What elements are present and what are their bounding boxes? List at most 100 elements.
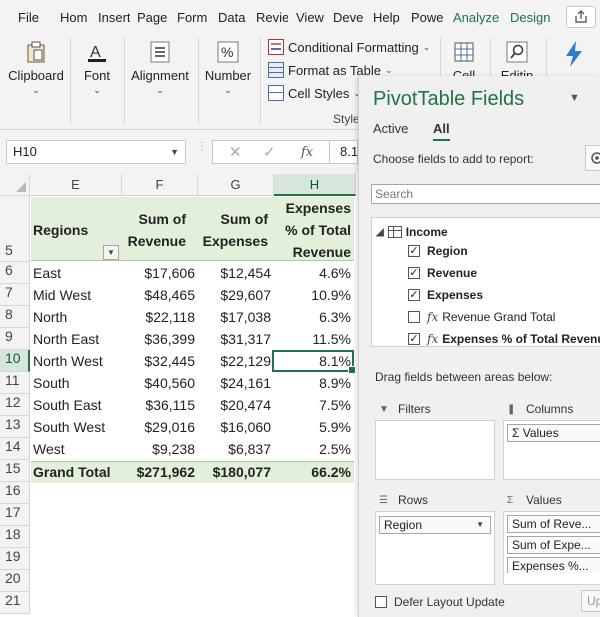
checkbox-unchecked[interactable] [408, 311, 420, 323]
tab-active[interactable]: Active [373, 121, 408, 136]
row-header[interactable]: 11 [0, 372, 30, 394]
row-header[interactable]: 5 [0, 196, 30, 262]
grand-total-pct[interactable]: 66.2% [274, 461, 354, 483]
field-search-input[interactable]: Search [371, 184, 600, 204]
region-cell[interactable]: South [30, 372, 122, 394]
tab-developer[interactable]: Deve [333, 8, 365, 28]
row-header[interactable]: 20 [0, 570, 30, 592]
checkbox-checked[interactable]: ✓ [408, 267, 420, 279]
share-button[interactable] [566, 6, 596, 28]
checkbox-checked[interactable]: ✓ [408, 289, 420, 301]
formula-input[interactable]: 8.1 [330, 140, 358, 164]
tab-design[interactable]: Design [510, 8, 554, 28]
pane-options-icon[interactable]: ▼ [569, 92, 580, 104]
row-header[interactable]: 15 [0, 460, 30, 482]
row-header[interactable]: 21 [0, 592, 30, 614]
tab-view[interactable]: View [296, 8, 326, 28]
tab-help[interactable]: Help [373, 8, 403, 28]
value-item[interactable]: Sum of Reve... [507, 515, 600, 533]
font-group-button[interactable]: A Font ⌄ [74, 34, 120, 96]
row-header[interactable]: 16 [0, 482, 30, 504]
revenue-cell[interactable]: $29,016 [122, 416, 198, 438]
tab-home[interactable]: Hom [60, 8, 90, 28]
tab-power-pivot[interactable]: Powe [411, 8, 445, 28]
region-cell[interactable]: South East [30, 394, 122, 416]
pct-cell[interactable]: 6.3% [274, 306, 354, 328]
row-header[interactable]: 6 [0, 262, 30, 284]
expenses-cell[interactable]: $31,317 [198, 328, 274, 350]
pct-cell[interactable]: 7.5% [274, 394, 354, 416]
cell-styles-button[interactable]: Cell Styles ⌄ [268, 83, 361, 103]
filter-dropdown-icon[interactable]: ▼ [103, 245, 119, 260]
row-header[interactable]: 13 [0, 416, 30, 438]
column-header-f[interactable]: F [122, 174, 198, 196]
update-button[interactable]: Up [581, 590, 600, 612]
expenses-cell[interactable]: $16,060 [198, 416, 274, 438]
chevron-down-icon[interactable]: ▼ [476, 517, 484, 533]
pct-cell[interactable]: 8.9% [274, 372, 354, 394]
cancel-icon[interactable]: ✕ [229, 143, 242, 161]
revenue-cell[interactable]: $36,399 [122, 328, 198, 350]
tab-insert[interactable]: Insert [98, 8, 130, 28]
region-cell[interactable]: North West [30, 350, 122, 372]
region-cell[interactable]: North [30, 306, 122, 328]
columns-drop-area[interactable]: Σ Values [503, 420, 600, 480]
revenue-cell[interactable]: $32,445 [122, 350, 198, 372]
table-node-income[interactable]: ◢ Income [376, 223, 448, 241]
revenue-cell[interactable]: $40,560 [122, 372, 198, 394]
expenses-cell[interactable]: $20,474 [198, 394, 274, 416]
region-cell[interactable]: East [30, 262, 122, 284]
expenses-cell[interactable]: $17,038 [198, 306, 274, 328]
column-item-values[interactable]: Σ Values [507, 424, 600, 442]
field-revenue[interactable]: ✓ Revenue [408, 264, 477, 282]
tab-file[interactable]: File [18, 8, 40, 28]
row-header[interactable]: 19 [0, 548, 30, 570]
pct-cell[interactable]: 10.9% [274, 284, 354, 306]
grand-total-expenses[interactable]: $180,077 [198, 461, 274, 483]
number-group-button[interactable]: % Number ⌄ [202, 34, 254, 96]
expenses-cell[interactable]: $12,454 [198, 262, 274, 284]
confirm-icon[interactable]: ✓ [263, 143, 276, 161]
pct-header[interactable]: Expenses % of Total Revenue [274, 197, 351, 263]
expenses-cell[interactable]: $29,607 [198, 284, 274, 306]
column-header-h[interactable]: H [274, 174, 356, 196]
pct-cell[interactable]: 2.5% [274, 438, 354, 460]
clipboard-group-button[interactable]: Clipboard ⌄ [6, 34, 66, 96]
row-header[interactable]: 17 [0, 504, 30, 526]
tab-formulas[interactable]: Form [177, 8, 210, 28]
select-all-button[interactable] [0, 174, 30, 196]
field-region[interactable]: ✓ Region [408, 242, 468, 260]
row-header[interactable]: 18 [0, 526, 30, 548]
expenses-cell[interactable]: $24,161 [198, 372, 274, 394]
revenue-cell[interactable]: $17,606 [122, 262, 198, 284]
pct-cell[interactable]: 5.9% [274, 416, 354, 438]
alignment-group-button[interactable]: Alignment ⌄ [128, 34, 192, 96]
tab-all[interactable]: All [433, 121, 450, 141]
revenue-cell[interactable]: $9,238 [122, 438, 198, 460]
column-header-e[interactable]: E [30, 174, 122, 196]
grand-total-revenue[interactable]: $271,962 [122, 461, 198, 483]
expenses-header[interactable]: Sum of Expenses [198, 208, 268, 252]
field-expenses[interactable]: ✓ Expenses [408, 286, 483, 304]
region-cell[interactable]: North East [30, 328, 122, 350]
defer-layout-update[interactable]: Defer Layout Update [375, 594, 505, 610]
rows-drop-area[interactable]: Region ▼ [375, 511, 495, 585]
resize-handle[interactable]: ⋮ [197, 142, 207, 160]
row-header[interactable]: 12 [0, 394, 30, 416]
row-header[interactable]: 7 [0, 284, 30, 306]
tab-analyze[interactable]: Analyze [453, 8, 501, 28]
filters-drop-area[interactable] [375, 420, 495, 480]
checkbox-checked[interactable]: ✓ [408, 333, 420, 345]
row-item-region[interactable]: Region ▼ [379, 516, 491, 534]
ideas-button[interactable] [552, 34, 596, 68]
expenses-cell[interactable]: $22,129 [198, 350, 274, 372]
region-cell[interactable]: West [30, 438, 122, 460]
tab-data[interactable]: Data [218, 8, 248, 28]
checkbox-checked[interactable]: ✓ [408, 245, 420, 257]
region-cell[interactable]: South West [30, 416, 122, 438]
row-header[interactable]: 9 [0, 328, 30, 350]
pct-cell[interactable]: 4.6% [274, 262, 354, 284]
value-item[interactable]: Sum of Expe... [507, 536, 600, 554]
revenue-cell[interactable]: $48,465 [122, 284, 198, 306]
row-header[interactable]: 14 [0, 438, 30, 460]
